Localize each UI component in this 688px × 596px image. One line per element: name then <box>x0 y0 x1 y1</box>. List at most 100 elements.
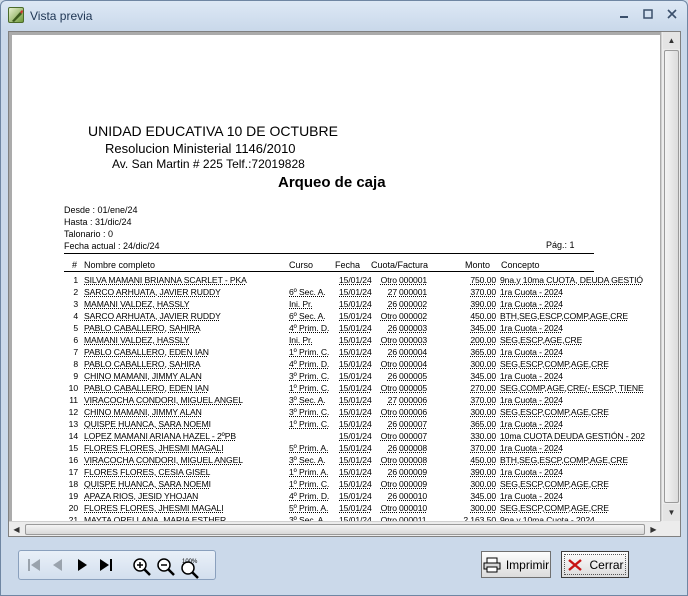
header-divider <box>64 253 594 254</box>
page-number: Pág.: 1 <box>546 240 575 250</box>
address-text: Av. San Martin # 225 Telf.:72019828 <box>112 157 305 171</box>
cell-fecha: 15/01/24 <box>339 455 372 465</box>
meta-desde: Desde : 01/ene/24 <box>64 205 138 215</box>
horizontal-scroll-thumb[interactable] <box>25 524 645 535</box>
cell-cuota: Otro <box>380 335 397 345</box>
scroll-right-icon[interactable]: ▶ <box>646 522 661 537</box>
report-page: UNIDAD EDUCATIVA 10 DE OCTUBRE Resolucio… <box>12 35 660 521</box>
table-row: 1 SILVA MAMANI BRIANNA SCARLET - PKA 15/01… <box>12 275 660 287</box>
cell-n: 5 <box>73 323 78 333</box>
cell-curso: 1º Prim. C. <box>289 479 330 489</box>
table-row: 7 PABLO CABALLERO, EDEN IAN 1º Prim. C. 15/… <box>12 347 660 359</box>
cell-concepto: SEG,ESCP,COMP,AGE,CRE <box>500 479 609 489</box>
print-button[interactable]: Imprimir <box>481 551 551 578</box>
col-curso-header: Curso <box>289 260 314 270</box>
cell-cuota: 26 <box>387 347 397 357</box>
cell-factura: 000006 <box>399 395 428 405</box>
cell-cuota: 26 <box>387 443 397 453</box>
cell-cuota: Otro <box>380 407 397 417</box>
cell-n: 7 <box>73 347 78 357</box>
school-name: UNIDAD EDUCATIVA 10 DE OCTUBRE <box>88 123 338 139</box>
cell-n: 14 <box>68 431 78 441</box>
cell-cuota: Otro <box>380 275 397 285</box>
cell-monto: 370.00 <box>470 395 496 405</box>
cell-curso: 1º Prim. A. <box>289 467 329 477</box>
cell-n: 12 <box>68 407 78 417</box>
cell-concepto: SEG,ESCP,COMP,AGE,CRE <box>500 359 609 369</box>
cell-factura: 000007 <box>399 419 428 429</box>
zoom-in-button[interactable] <box>131 554 153 578</box>
table-row: 13 QUISPE HUANCA, SARA NOEMI 1º Prim. C. 15… <box>12 419 660 431</box>
cell-monto: 365.00 <box>470 419 496 429</box>
maximize-button[interactable] <box>637 7 659 25</box>
table-row: 6 MAMANI VALDEZ, HASSLY Ini. Pr. 15/01/24 Ot… <box>12 335 660 347</box>
cell-curso: 6º Sec. A. <box>289 287 326 297</box>
minimize-button[interactable] <box>613 7 635 25</box>
cell-n: 19 <box>68 491 78 501</box>
scroll-down-icon[interactable]: ▼ <box>663 504 680 521</box>
cell-concepto: SEG,COMP,AGE,CRE(- ESCP, TIENE <box>500 383 644 393</box>
close-window-button[interactable] <box>661 7 683 25</box>
cell-fecha: 15/01/24 <box>339 467 372 477</box>
cell-curso: 5º Prim. A. <box>289 503 329 513</box>
cell-monto: 345.00 <box>470 491 496 501</box>
cell-fecha: 15/01/24 <box>339 275 372 285</box>
cell-name: LOPEZ MAMANI ARIANA HAZEL - 2ºPB <box>84 431 236 441</box>
cell-n: 4 <box>73 311 78 321</box>
next-page-button[interactable] <box>71 554 93 578</box>
cell-n: 17 <box>68 467 78 477</box>
cell-cuota: 26 <box>387 323 397 333</box>
cell-n: 8 <box>73 359 78 369</box>
cell-cuota: 27 <box>387 287 397 297</box>
zoom-out-icon <box>157 558 175 576</box>
cell-monto: 300.00 <box>470 503 496 513</box>
cell-curso: 3º Sec. A. <box>289 455 326 465</box>
cell-name: PABLO CABALLERO, SAHIRA <box>84 359 201 369</box>
cell-curso: 4º Prim. D. <box>289 359 330 369</box>
cell-concepto: 1ra Cuota - 2024 <box>500 347 563 357</box>
first-page-button[interactable] <box>23 554 45 578</box>
cell-cuota: Otro <box>380 359 397 369</box>
cell-cuota: 27 <box>387 395 397 405</box>
cell-name: MAMANI VALDEZ, HASSLY <box>84 335 190 345</box>
cell-fecha: 15/01/24 <box>339 443 372 453</box>
cell-fecha: 15/01/24 <box>339 395 372 405</box>
cell-concepto: 1ra Cuota - 2024 <box>500 395 563 405</box>
cell-monto: 750.00 <box>470 275 496 285</box>
zoom-100-button[interactable]: 100% <box>179 554 201 579</box>
cell-curso: 3º Prim. C. <box>289 371 330 381</box>
col-name-header: Nombre completo <box>84 260 156 270</box>
cell-monto: 300.00 <box>470 359 496 369</box>
cell-n: 9 <box>73 371 78 381</box>
last-page-button[interactable] <box>95 554 117 578</box>
table-row: 4 SARCO ARHUATA, JAVIER RUDDY 6º Sec. A. 15… <box>12 311 660 323</box>
cell-concepto: SEG,ESCP,COMP,AGE,CRE <box>500 407 609 417</box>
cell-n: 11 <box>69 395 78 405</box>
cell-fecha: 15/01/24 <box>339 371 372 381</box>
cell-cuota: Otro <box>380 383 397 393</box>
scroll-left-icon[interactable]: ◀ <box>9 522 24 537</box>
cell-n: 6 <box>73 335 78 345</box>
cell-n: 18 <box>68 479 78 489</box>
cell-fecha: 15/01/24 <box>339 479 372 489</box>
report-title: Arqueo de caja <box>278 174 386 191</box>
last-page-icon <box>100 559 112 571</box>
cell-curso: 3º Sec. A. <box>289 395 326 405</box>
cell-n: 1 <box>73 275 78 285</box>
table-row: 20 FLORES FLORES, JHESMI MAGALI 5º Prim. A… <box>12 503 660 515</box>
vertical-scroll-thumb[interactable] <box>664 50 679 503</box>
cell-cuota: Otro <box>380 311 397 321</box>
cell-n: 2 <box>73 287 78 297</box>
table-row: 15 FLORES FLORES, JHESMI MAGALI 5º Prim. A… <box>12 443 660 455</box>
cell-monto: 370.00 <box>470 443 496 453</box>
cell-name: CHINO MAMANI, JIMMY ALAN <box>84 371 202 381</box>
vertical-scrollbar[interactable]: ▲ ▼ <box>661 32 680 521</box>
scroll-up-icon[interactable]: ▲ <box>663 32 680 49</box>
zoom-out-button[interactable] <box>155 554 177 578</box>
previous-page-button[interactable] <box>47 554 69 578</box>
cell-factura: 000009 <box>399 479 428 489</box>
cell-monto: 345.00 <box>470 371 496 381</box>
cell-monto: 200.00 <box>470 335 496 345</box>
close-button[interactable]: Cerrar <box>561 551 629 578</box>
horizontal-scrollbar[interactable]: ◀ ▶ <box>9 521 661 536</box>
